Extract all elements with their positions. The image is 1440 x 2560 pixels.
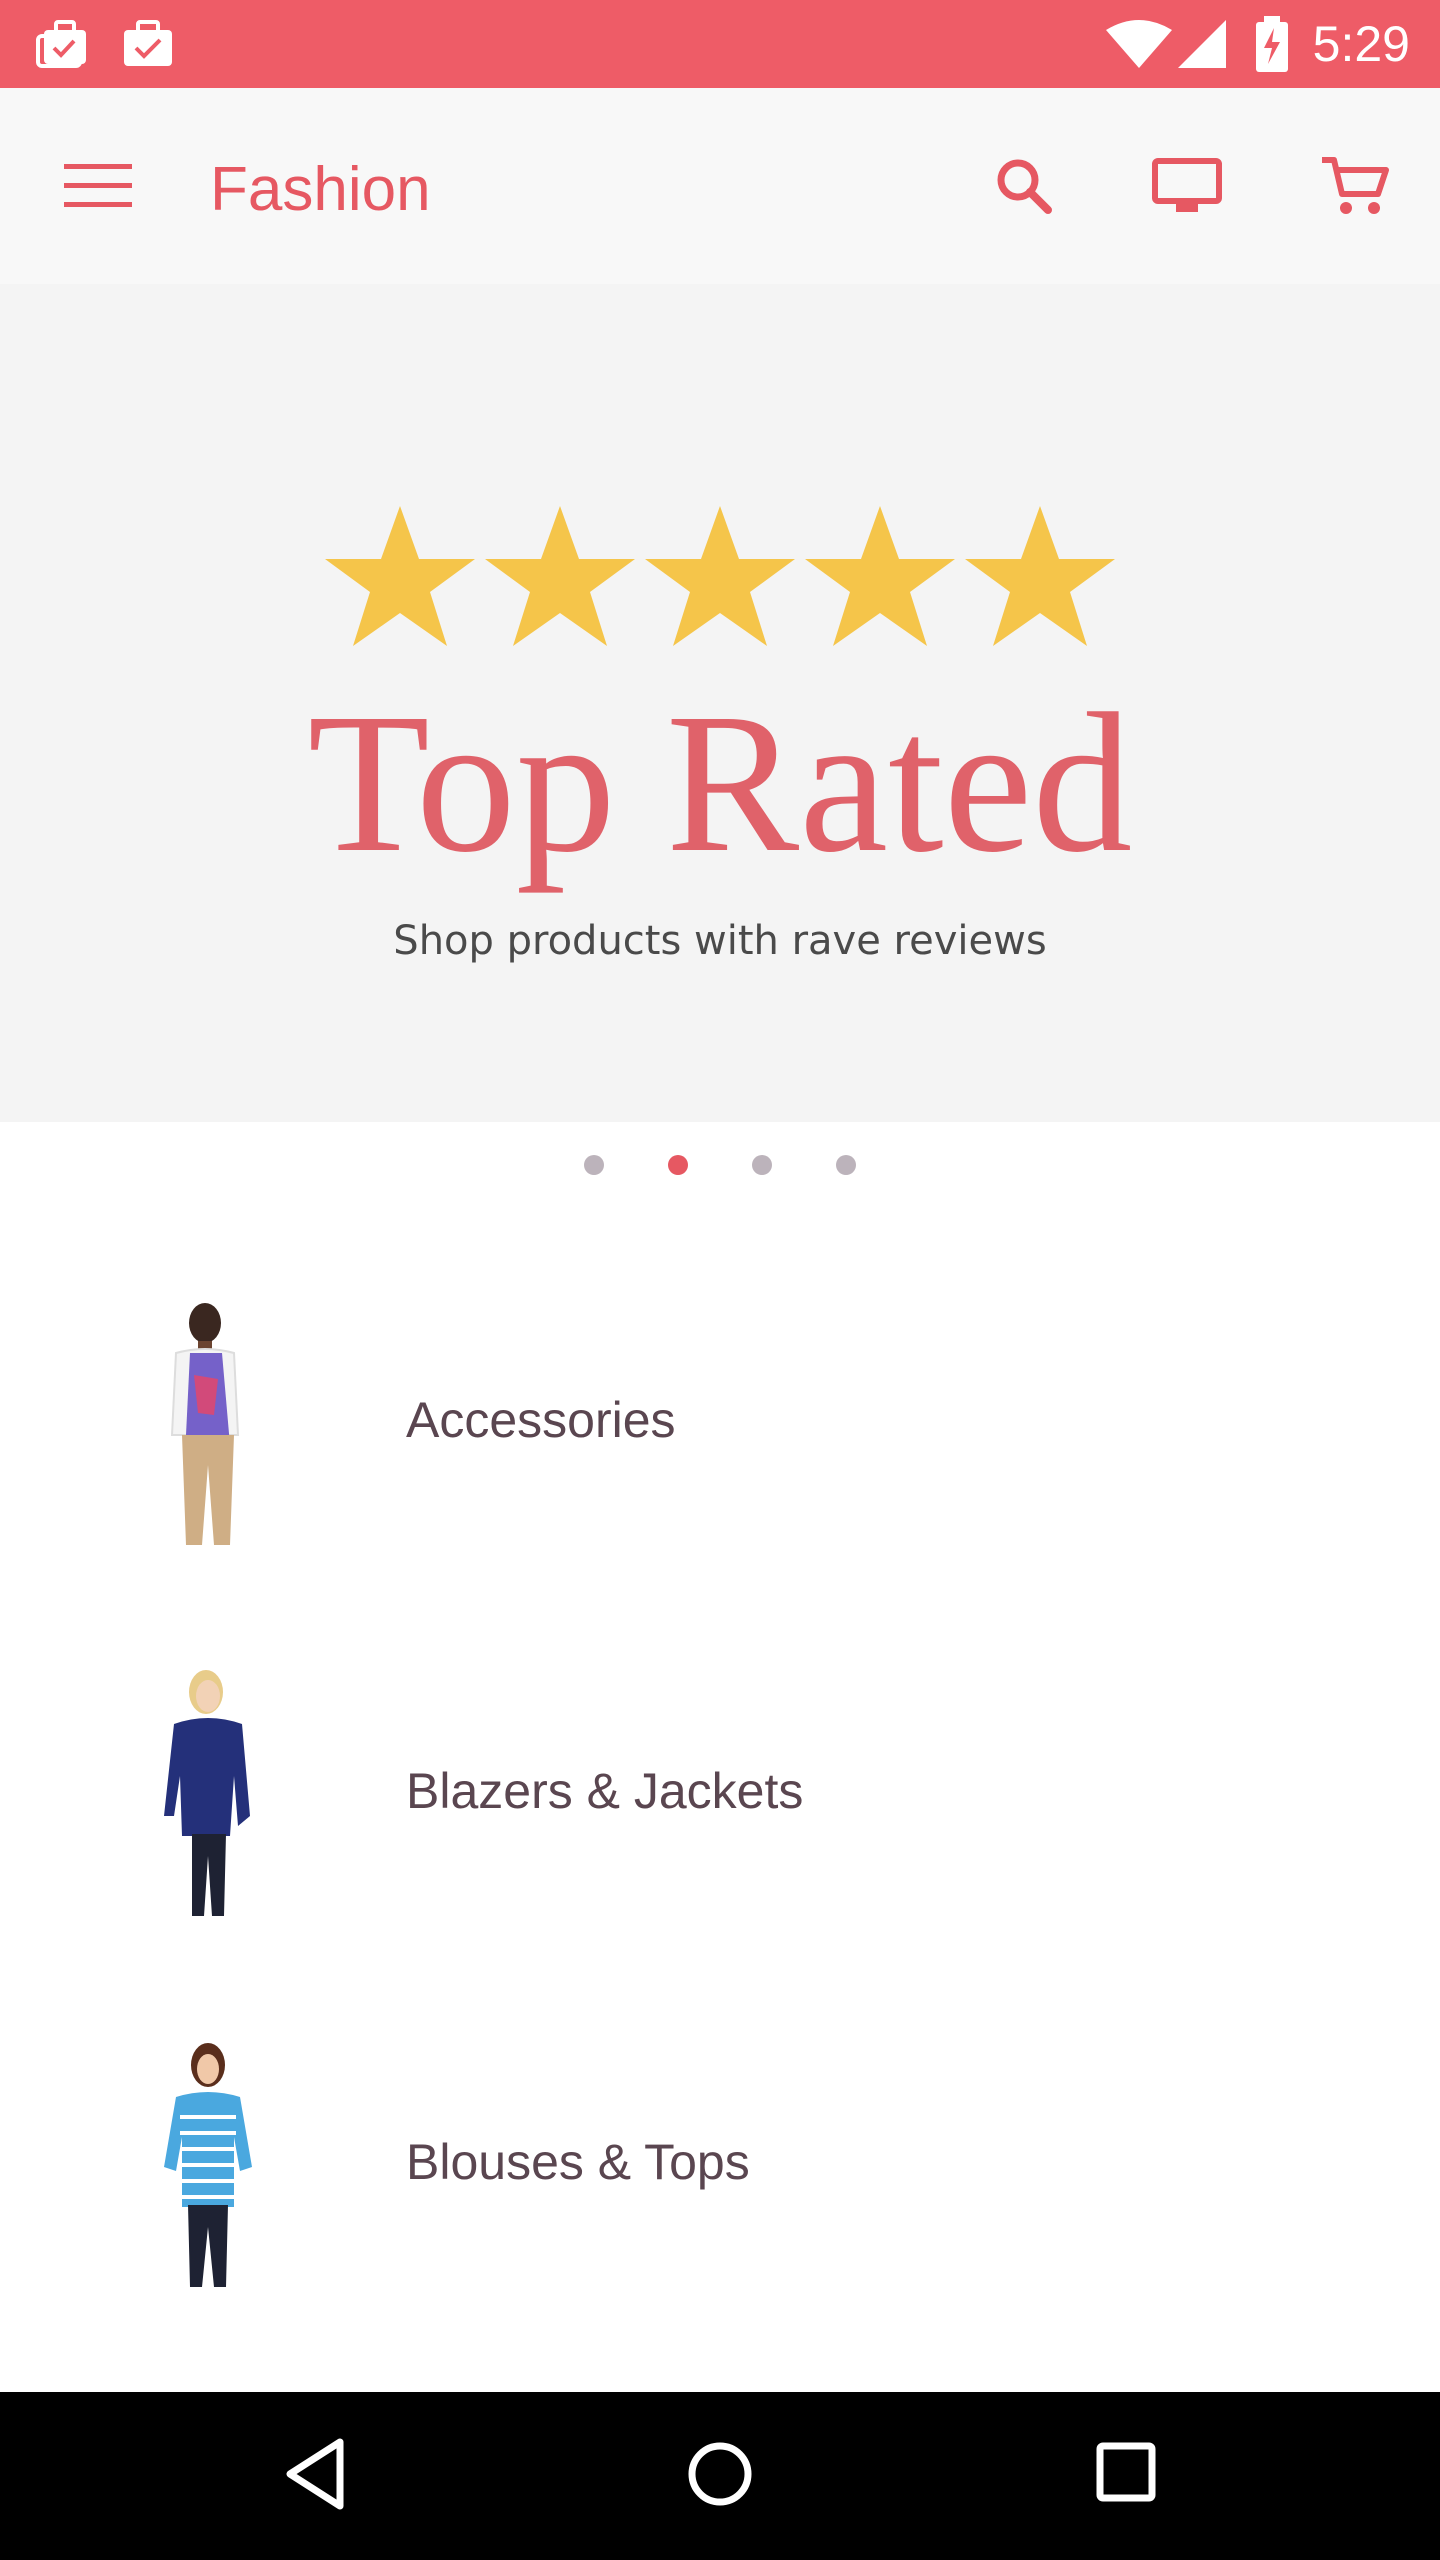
category-thumbnail: [164, 2043, 252, 2287]
banner-title: Top Rated: [307, 673, 1133, 894]
list-item-blouses-tops[interactable]: Blouses & Tops: [0, 2012, 1440, 2312]
category-label: Accessories: [406, 1392, 676, 1448]
star-icon: [805, 506, 955, 646]
category-label: Blazers & Jackets: [406, 1763, 804, 1819]
wifi-icon: [1106, 20, 1172, 73]
briefcase-check-icon: [34, 18, 90, 75]
rating-stars: [325, 506, 1115, 646]
banner-subtitle: Shop products with rave reviews: [393, 918, 1047, 964]
star-icon: [645, 506, 795, 646]
status-time: 5:29: [1312, 16, 1410, 72]
battery-charging-icon: [1254, 16, 1290, 77]
category-thumbnail: [170, 1303, 240, 1545]
list-item-accessories[interactable]: Accessories: [0, 1270, 1440, 1570]
star-icon: [485, 506, 635, 646]
cart-icon[interactable]: [1320, 154, 1390, 223]
promo-banner[interactable]: Top Rated Shop products with rave review…: [0, 284, 1440, 1122]
cell-signal-icon: [1178, 20, 1226, 73]
category-label: Blouses & Tops: [406, 2134, 750, 2190]
carousel-dot[interactable]: [836, 1155, 856, 1175]
back-icon[interactable]: [282, 2434, 346, 2519]
star-icon: [965, 506, 1115, 646]
carousel-dot-active[interactable]: [668, 1155, 688, 1175]
menu-icon[interactable]: [64, 162, 132, 215]
carousel-dot[interactable]: [584, 1155, 604, 1175]
briefcase-check-icon: [120, 18, 176, 75]
search-icon[interactable]: [994, 156, 1054, 221]
carousel-dot[interactable]: [752, 1155, 772, 1175]
category-thumbnail: [164, 1670, 250, 1916]
status-bar: 5:29: [0, 0, 1440, 88]
app-bar: Fashion: [0, 88, 1440, 284]
app-title: Fashion: [210, 155, 431, 224]
carousel-indicator: [0, 1150, 1440, 1180]
list-item-blazers-jackets[interactable]: Blazers & Jackets: [0, 1641, 1440, 1941]
system-nav-bar: [0, 2392, 1440, 2560]
home-icon[interactable]: [686, 2434, 754, 2519]
star-icon: [325, 506, 475, 646]
recents-icon[interactable]: [1094, 2434, 1158, 2519]
tv-icon[interactable]: [1152, 158, 1222, 219]
